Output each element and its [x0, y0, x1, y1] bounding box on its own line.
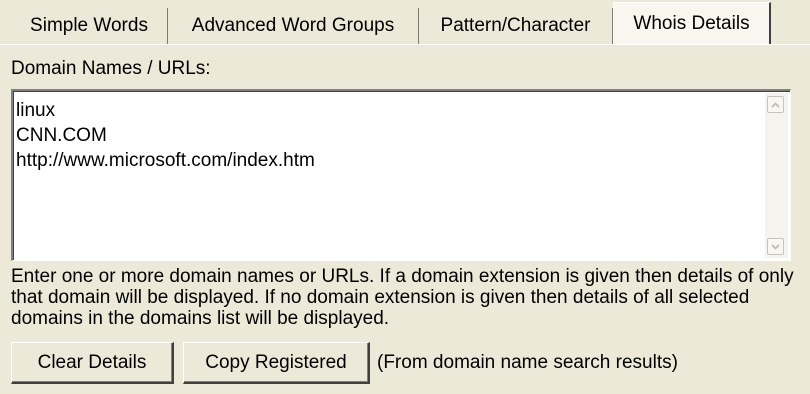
- scroll-down-arrow-icon: [771, 243, 780, 250]
- tab-simple-words[interactable]: Simple Words: [11, 8, 168, 44]
- tab-label: Whois Details: [633, 12, 750, 34]
- domain-line: linux: [16, 100, 56, 121]
- help-text: Enter one or more domain names or URLs. …: [11, 266, 794, 329]
- scroll-up-arrow-icon: [771, 101, 780, 108]
- tab-label: Simple Words: [30, 15, 148, 36]
- copy-registered-note: (From domain name search results): [377, 352, 678, 373]
- domain-names-label: Domain Names / URLs:: [11, 58, 211, 79]
- domain-line: http://www.microsoft.com/index.htm: [16, 150, 315, 171]
- tab-advanced-word-groups[interactable]: Advanced Word Groups: [168, 8, 419, 44]
- vertical-scrollbar[interactable]: [765, 93, 788, 258]
- clear-details-button[interactable]: Clear Details: [11, 342, 174, 384]
- tab-pattern-character[interactable]: Pattern/Character: [419, 8, 613, 44]
- tab-whois-details[interactable]: Whois Details: [613, 2, 771, 44]
- copy-registered-button[interactable]: Copy Registered: [183, 342, 370, 384]
- scroll-up-button[interactable]: [767, 96, 784, 113]
- tab-label: Advanced Word Groups: [191, 15, 395, 36]
- tab-divider: [0, 44, 810, 45]
- domain-names-content: linux CNN.COM http://www.microsoft.com/i…: [16, 98, 315, 173]
- domain-names-textarea[interactable]: linux CNN.COM http://www.microsoft.com/i…: [11, 89, 791, 261]
- scroll-down-button[interactable]: [767, 238, 784, 255]
- tab-strip: Simple Words Advanced Word Groups Patter…: [0, 0, 810, 52]
- domain-line: CNN.COM: [16, 125, 107, 146]
- tab-label: Pattern/Character: [440, 15, 591, 36]
